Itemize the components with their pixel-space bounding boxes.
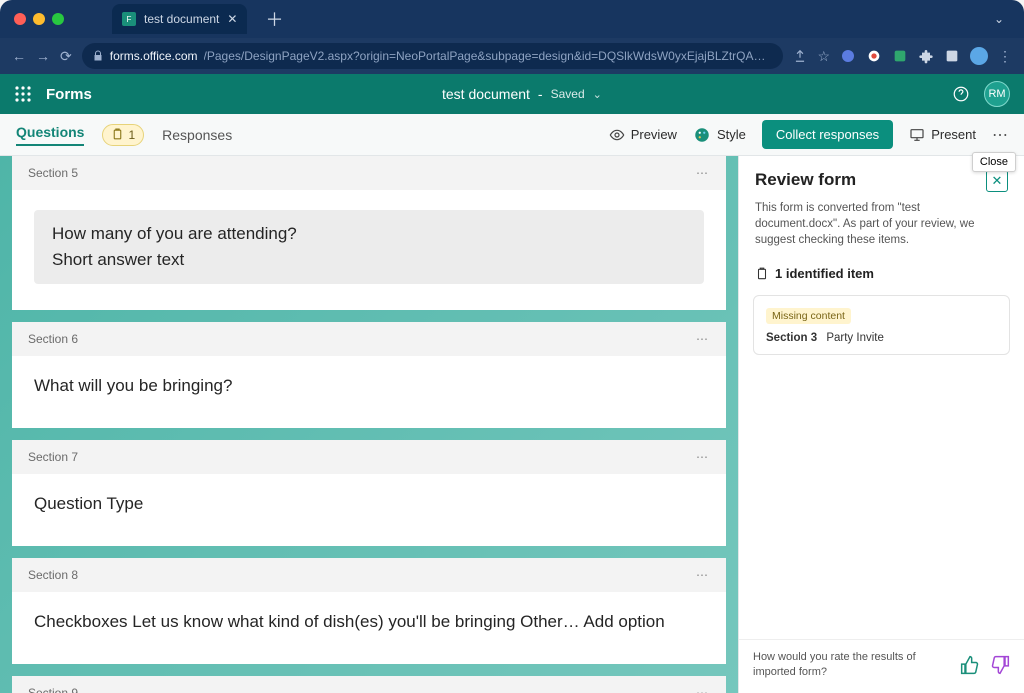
question-card[interactable]: Question Type <box>12 474 726 546</box>
section-label: Section 5 <box>28 166 78 180</box>
tab-responses[interactable]: Responses <box>162 127 232 143</box>
tab-questions[interactable]: Questions <box>16 124 84 146</box>
section-header[interactable]: Section 8 ⋯ <box>12 558 726 592</box>
section-header[interactable]: Section 6 ⋯ <box>12 322 726 356</box>
issue-card[interactable]: Missing content Section 3 Party Invite <box>753 295 1010 355</box>
review-panel: Review form ✕ This form is converted fro… <box>738 156 1024 693</box>
section-more-icon[interactable]: ⋯ <box>696 568 710 582</box>
share-icon[interactable] <box>793 49 807 63</box>
review-badge[interactable]: 1 <box>102 124 144 146</box>
address-bar[interactable]: forms.office.com /Pages/DesignPageV2.asp… <box>82 43 784 69</box>
section-more-icon[interactable]: ⋯ <box>696 166 710 180</box>
browser-titlebar: F test document ✕ ＋ ⌄ ← → ⟳ forms.office… <box>0 0 1024 74</box>
form-canvas[interactable]: Section 5 ⋯ How many of you are attending?… <box>0 156 738 693</box>
tab-title: test document <box>144 12 219 26</box>
style-button[interactable]: Style <box>693 126 746 144</box>
question-text: What will you be bringing? <box>34 376 704 396</box>
lock-icon <box>92 50 104 62</box>
preview-button[interactable]: Preview <box>609 127 677 143</box>
thumbs-down-icon[interactable] <box>990 655 1010 675</box>
section-header[interactable]: Section 7 ⋯ <box>12 440 726 474</box>
identified-count: 1 identified item <box>739 258 1024 289</box>
question-text: How many of you are attending? <box>52 224 686 244</box>
section-more-icon[interactable]: ⋯ <box>696 332 710 346</box>
close-panel-button[interactable]: ✕ <box>986 170 1008 192</box>
help-icon[interactable] <box>952 85 970 103</box>
window-controls <box>14 13 64 25</box>
issue-section: Section 3 <box>766 332 817 344</box>
section-header[interactable]: Section 9 ⋯ <box>12 676 726 693</box>
browser-menu-icon[interactable]: ⋮ <box>998 48 1012 65</box>
question-subtext: Short answer text <box>52 250 686 270</box>
close-tab-icon[interactable]: ✕ <box>227 12 237 26</box>
user-avatar[interactable]: RM <box>984 81 1010 107</box>
question-text: Question Type <box>34 494 704 514</box>
close-tooltip: Close <box>972 152 1016 172</box>
nav-reload-icon[interactable]: ⟳ <box>60 48 72 65</box>
app-name[interactable]: Forms <box>46 86 92 103</box>
close-window[interactable] <box>14 13 26 25</box>
clipboard-icon <box>755 267 769 281</box>
new-tab-button[interactable]: ＋ <box>265 6 283 32</box>
issue-tag: Missing content <box>766 308 851 324</box>
waffle-icon[interactable] <box>14 85 32 103</box>
section-more-icon[interactable]: ⋯ <box>696 686 710 693</box>
extension-icons: ⋮ <box>840 47 1012 65</box>
maximize-window[interactable] <box>52 13 64 25</box>
question-card[interactable]: What will you be bringing? <box>12 356 726 428</box>
eye-icon <box>609 127 625 143</box>
minimize-window[interactable] <box>33 13 45 25</box>
issue-name: Party Invite <box>826 332 884 344</box>
nav-back-icon[interactable]: ← <box>12 48 26 64</box>
nav-forward-icon[interactable]: → <box>36 48 50 64</box>
form-section[interactable]: Section 9 ⋯ <box>12 676 726 693</box>
app-header: Forms test document - Saved ⌄ RM <box>0 74 1024 114</box>
present-icon <box>909 127 925 143</box>
section-label: Section 6 <box>28 332 78 346</box>
collect-responses-button[interactable]: Collect responses <box>762 120 893 149</box>
address-bar-row: ← → ⟳ forms.office.com /Pages/DesignPage… <box>0 38 1024 74</box>
forms-favicon-icon: F <box>122 12 136 26</box>
extensions-puzzle-icon[interactable] <box>918 48 934 64</box>
url-path: /Pages/DesignPageV2.aspx?origin=NeoPorta… <box>204 49 774 63</box>
profile-avatar-icon[interactable] <box>970 47 988 65</box>
form-section[interactable]: Section 6 ⋯ What will you be bringing? <box>12 322 726 428</box>
palette-icon <box>693 126 711 144</box>
question-card[interactable]: Checkboxes Let us know what kind of dish… <box>12 592 726 664</box>
clipboard-icon <box>111 128 124 141</box>
url-host: forms.office.com <box>110 49 198 63</box>
section-more-icon[interactable]: ⋯ <box>696 450 710 464</box>
section-label: Section 7 <box>28 450 78 464</box>
bookmark-star-icon[interactable]: ☆ <box>817 48 830 65</box>
tab-overflow-icon[interactable]: ⌄ <box>994 12 1004 26</box>
question-text: Checkboxes Let us know what kind of dish… <box>34 612 704 632</box>
badge-count: 1 <box>128 128 135 142</box>
extension-icon[interactable] <box>866 48 882 64</box>
review-panel-title: Review form <box>755 170 856 190</box>
question-card[interactable]: How many of you are attending? Short answ… <box>12 190 726 310</box>
present-button[interactable]: Present <box>909 127 976 143</box>
section-label: Section 8 <box>28 568 78 582</box>
forms-toolbar: Questions 1 Responses Preview Style Coll… <box>0 114 1024 156</box>
section-header[interactable]: Section 5 ⋯ <box>12 156 726 190</box>
thumbs-up-icon[interactable] <box>960 655 980 675</box>
review-description: This form is converted from "test docume… <box>739 200 1024 258</box>
browser-tab[interactable]: F test document ✕ <box>112 4 247 34</box>
form-section[interactable]: Section 8 ⋯ Checkboxes Let us know what ki… <box>12 558 726 664</box>
section-label: Section 9 <box>28 686 78 693</box>
chevron-down-icon[interactable]: ⌄ <box>593 88 602 101</box>
form-section[interactable]: Section 5 ⋯ How many of you are attending?… <box>12 156 726 310</box>
form-section[interactable]: Section 7 ⋯ Question Type <box>12 440 726 546</box>
save-status: Saved <box>551 87 585 101</box>
rate-prompt: How would you rate the results of import… <box>753 650 950 679</box>
document-title[interactable]: test document <box>442 86 530 102</box>
extension-icon[interactable] <box>892 48 908 64</box>
toolbar-more-icon[interactable]: ⋯ <box>992 125 1008 145</box>
extension-icon[interactable] <box>840 48 856 64</box>
extension-icon[interactable] <box>944 48 960 64</box>
